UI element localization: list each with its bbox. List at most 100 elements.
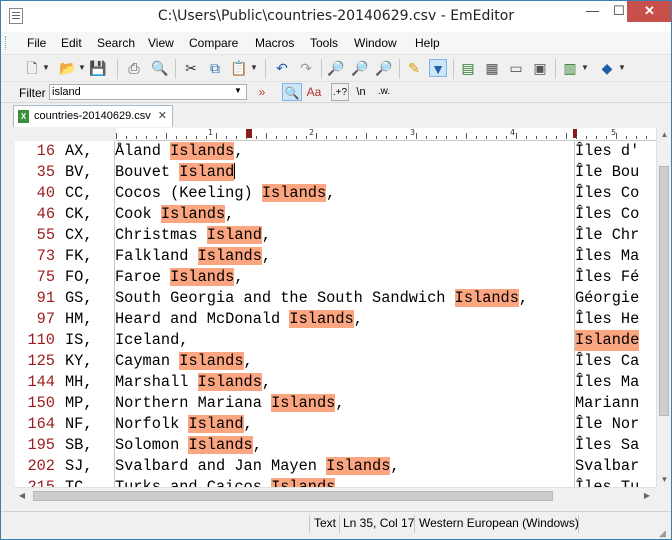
csv-mode-icon[interactable]: ▤	[459, 59, 477, 77]
filter-history-dropdown-icon[interactable]: ▼	[234, 86, 242, 95]
table-row[interactable]: 75 FO, Faroe Islands, Îles Fé	[15, 267, 656, 288]
paste-dropdown-icon[interactable]: ▼	[250, 59, 258, 77]
document-tab[interactable]: X countries-20140629.csv ✕	[13, 105, 173, 127]
french-name-cell[interactable]: Îles He	[575, 309, 639, 330]
french-name-cell[interactable]: Îles Ma	[575, 246, 639, 267]
country-code-cell[interactable]: FK,	[65, 246, 93, 267]
table-row[interactable]: 215 TC, Turks and Caicos Islands, Îles Tu	[15, 477, 656, 487]
country-code-cell[interactable]: MP,	[65, 393, 93, 414]
country-name-cell[interactable]: Faroe Islands,	[115, 267, 244, 288]
menu-compare[interactable]: Compare	[189, 36, 238, 50]
country-name-cell[interactable]: Turks and Caicos Islands,	[115, 477, 345, 487]
menu-edit[interactable]: Edit	[61, 36, 82, 50]
table-row[interactable]: 97 HM, Heard and McDonald Islands, Îles He	[15, 309, 656, 330]
country-code-cell[interactable]: TC,	[65, 477, 93, 487]
status-position[interactable]: Ln 35, Col 17	[343, 516, 414, 530]
open-dropdown-icon[interactable]: ▼	[78, 59, 86, 77]
undo-icon[interactable]: ↶	[273, 59, 291, 77]
french-name-cell[interactable]: Îles Co	[575, 183, 639, 204]
menu-window[interactable]: Window	[354, 36, 397, 50]
paste-icon[interactable]: 📋	[230, 59, 248, 77]
country-code-cell[interactable]: NF,	[65, 414, 93, 435]
country-name-cell[interactable]: Cocos (Keeling) Islands,	[115, 183, 335, 204]
scroll-up-icon[interactable]: ▲	[657, 130, 671, 139]
macro-dropdown-icon[interactable]: ▼	[581, 59, 589, 77]
french-name-cell[interactable]: Mariann	[575, 393, 639, 414]
cut-icon[interactable]: ✂	[182, 59, 200, 77]
french-name-cell[interactable]: Îles Ma	[575, 372, 639, 393]
country-name-cell[interactable]: Solomon Islands,	[115, 435, 262, 456]
match-case-button[interactable]: Aa	[305, 83, 323, 101]
country-name-cell[interactable]: South Georgia and the South Sandwich Isl…	[115, 288, 528, 309]
redo-icon[interactable]: ↷	[297, 59, 315, 77]
tab-separated-icon[interactable]: ▦	[483, 59, 501, 77]
table-row[interactable]: 195 SB, Solomon Islands, Îles Sa	[15, 435, 656, 456]
table-row[interactable]: 150 MP, Northern Mariana Islands, Mariann	[15, 393, 656, 414]
country-code-cell[interactable]: IS,	[65, 330, 93, 351]
country-name-cell[interactable]: Åland Islands,	[115, 141, 244, 162]
country-code-cell[interactable]: SJ,	[65, 456, 93, 477]
plugins-icon[interactable]: ◆	[598, 59, 616, 77]
country-code-cell[interactable]: FO,	[65, 267, 93, 288]
table-row[interactable]: 55 CX, Christmas Island, Île Chr	[15, 225, 656, 246]
scroll-right-icon[interactable]: ▶	[642, 491, 652, 500]
country-name-cell[interactable]: Falkland Islands,	[115, 246, 271, 267]
country-name-cell[interactable]: Cayman Islands,	[115, 351, 253, 372]
horizontal-scroll-thumb[interactable]	[33, 491, 553, 501]
horizontal-scrollbar[interactable]: ◀ ▶	[15, 487, 656, 504]
country-code-cell[interactable]: CX,	[65, 225, 93, 246]
table-row[interactable]: 40 CC, Cocos (Keeling) Islands, Îles Co	[15, 183, 656, 204]
country-name-cell[interactable]: Bouvet Island	[115, 162, 236, 183]
country-name-cell[interactable]: Northern Mariana Islands,	[115, 393, 345, 414]
country-code-cell[interactable]: BV,	[65, 162, 93, 183]
vertical-scrollbar[interactable]: ▲ ▼	[656, 128, 671, 487]
menu-file[interactable]: File	[27, 36, 46, 50]
country-name-cell[interactable]: Svalbard and Jan Mayen Islands,	[115, 456, 400, 477]
macro-icon[interactable]: ▥	[561, 59, 579, 77]
country-code-cell[interactable]: KY,	[65, 351, 93, 372]
country-name-cell[interactable]: Christmas Island,	[115, 225, 271, 246]
plugins-dropdown-icon[interactable]: ▼	[618, 59, 626, 77]
text-editor[interactable]: 16 AX, Åland Islands, Îles d' 35 BV, Bouvet Is…	[15, 141, 656, 487]
country-name-cell[interactable]: Cook Islands,	[115, 204, 234, 225]
menu-view[interactable]: View	[148, 36, 174, 50]
regex-button[interactable]: .+?	[331, 83, 349, 101]
minimize-button[interactable]: —	[579, 1, 606, 22]
menu-macros[interactable]: Macros	[255, 36, 294, 50]
find-icon[interactable]: 🔎	[327, 59, 345, 77]
table-row[interactable]: 35 BV, Bouvet Island Île Bou	[15, 162, 656, 183]
filter-icon[interactable]: ▼	[429, 59, 447, 77]
close-tab-icon[interactable]: ✕	[158, 109, 167, 122]
table-row[interactable]: 91 GS, South Georgia and the South Sandwic…	[15, 288, 656, 309]
french-name-cell[interactable]: Îles Sa	[575, 435, 639, 456]
print-icon[interactable]: ⎙	[125, 59, 143, 77]
table-row[interactable]: 46 CK, Cook Islands, Îles Co	[15, 204, 656, 225]
table-row[interactable]: 16 AX, Åland Islands, Îles d'	[15, 141, 656, 162]
print-preview-icon[interactable]: 🔍	[151, 59, 169, 77]
table-row[interactable]: 110 IS, Iceland, Islande	[15, 330, 656, 351]
french-name-cell[interactable]: Svalbar	[575, 456, 639, 477]
french-name-cell[interactable]: Îles Ca	[575, 351, 639, 372]
status-encoding[interactable]: Western European (Windows)	[419, 516, 579, 530]
save-icon[interactable]: 💾	[89, 59, 107, 77]
menu-tools[interactable]: Tools	[310, 36, 338, 50]
country-name-cell[interactable]: Heard and McDonald Islands,	[115, 309, 363, 330]
escape-sequence-button[interactable]: \n	[352, 83, 370, 101]
french-name-cell[interactable]: Îles Co	[575, 204, 639, 225]
find-next-icon[interactable]: 🔎	[351, 59, 369, 77]
country-code-cell[interactable]: GS,	[65, 288, 93, 309]
french-name-cell[interactable]: Islande	[575, 330, 640, 351]
highlight-search-icon[interactable]: ✎	[405, 59, 423, 77]
country-code-cell[interactable]: CC,	[65, 183, 93, 204]
table-row[interactable]: 144 MH, Marshall Islands, Îles Ma	[15, 372, 656, 393]
vertical-scroll-thumb[interactable]	[659, 166, 669, 416]
filter-input[interactable]	[49, 84, 247, 100]
scroll-down-icon[interactable]: ▼	[657, 475, 671, 484]
table-row[interactable]: 125 KY, Cayman Islands, Îles Ca	[15, 351, 656, 372]
menu-grip[interactable]	[5, 36, 9, 50]
country-code-cell[interactable]: AX,	[65, 141, 93, 162]
filter-advanced-button[interactable]: »	[255, 83, 269, 101]
status-mode[interactable]: Text	[314, 516, 336, 530]
copy-icon[interactable]: ⧉	[206, 59, 224, 77]
country-code-cell[interactable]: HM,	[65, 309, 93, 330]
